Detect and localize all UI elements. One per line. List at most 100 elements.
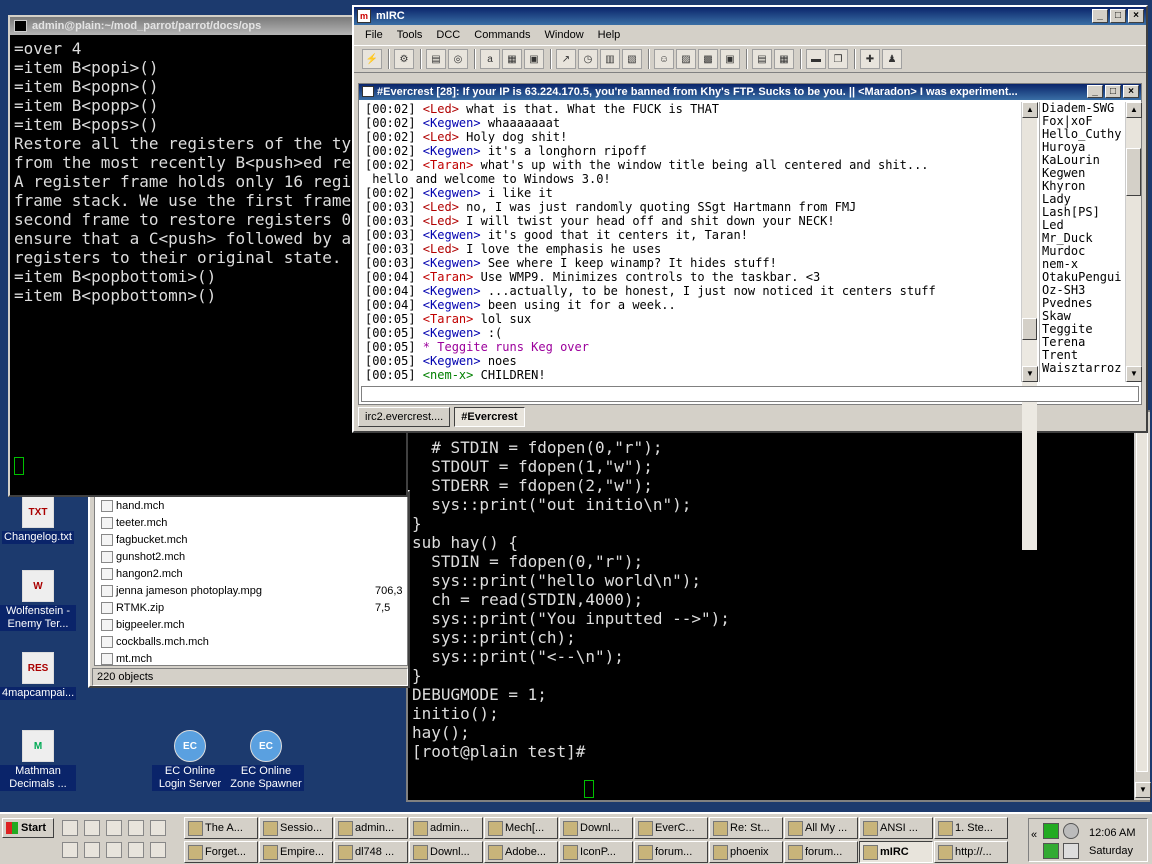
taskbar-button[interactable]: Sessio... <box>259 817 333 839</box>
clock-tray-icon[interactable] <box>1063 823 1079 839</box>
notes-icon[interactable]: ▣ <box>720 49 740 69</box>
mirc-title-bar[interactable]: m mIRC _ □ × <box>354 7 1146 25</box>
maximize-button[interactable]: □ <box>1110 9 1126 23</box>
channels-list-icon[interactable]: ◎ <box>448 49 468 69</box>
terminal-window-docs[interactable]: admin@plain:~/mod_parrot/parrot/docs/ops… <box>8 15 408 497</box>
desktop-icon-changelog[interactable]: TXT Changelog.txt <box>0 496 76 544</box>
tile-icon[interactable]: ▤ <box>752 49 772 69</box>
arrange-icon[interactable]: ❐ <box>828 49 848 69</box>
popups-icon[interactable]: ▣ <box>524 49 544 69</box>
file-row[interactable]: jenna jameson photoplay.mpg 706,3 <box>95 582 407 599</box>
file-list[interactable]: hand.mch teeter.mch fagbucket.mch gunshot2.… <box>94 496 408 666</box>
colors-icon[interactable]: ▥ <box>600 49 620 69</box>
file-row[interactable]: fagbucket.mch <box>95 531 407 548</box>
explorer-window[interactable]: hand.mch teeter.mch fagbucket.mch gunshot2.… <box>88 490 410 688</box>
nick-list-item[interactable]: Waisztarroz <box>1042 362 1125 375</box>
terminal-window-code[interactable]: # STDIN = fdopen(0,"r"); STDOUT = fdopen… <box>406 410 1151 802</box>
dcc-chat-icon[interactable]: ◷ <box>578 49 598 69</box>
taskbar-button[interactable]: Re: St... <box>709 817 783 839</box>
file-row[interactable]: mt.mch <box>95 650 407 665</box>
menu-tools[interactable]: Tools <box>390 29 430 41</box>
channel-close-button[interactable]: × <box>1123 85 1139 98</box>
menu-commands[interactable]: Commands <box>467 29 537 41</box>
file-row[interactable]: hangon2.mch <box>95 565 407 582</box>
desktop-icon-4mapcampai[interactable]: RES 4mapcampai... <box>0 652 77 700</box>
taskbar-button[interactable]: Downl... <box>559 817 633 839</box>
taskbar-button[interactable]: Downl... <box>409 841 483 863</box>
file-row[interactable]: gunshot2.mch <box>95 548 407 565</box>
quicklaunch-icon[interactable] <box>84 842 100 858</box>
nicklist-scrollbar[interactable]: ▲ ▼ <box>1125 102 1142 382</box>
scripts-icon[interactable]: a <box>480 49 500 69</box>
quicklaunch-icon[interactable] <box>128 842 144 858</box>
scroll-up-button[interactable]: ▲ <box>1022 102 1038 118</box>
file-row[interactable]: RTMK.zip 7,5 <box>95 599 407 616</box>
desktop-icon-ec-zone[interactable]: EC EC Online Zone Spawner <box>228 730 304 791</box>
tray-expand-icon[interactable]: « <box>1031 829 1037 841</box>
urls-icon[interactable]: ▩ <box>698 49 718 69</box>
help-icon[interactable]: ✚ <box>860 49 880 69</box>
file-row[interactable]: teeter.mch <box>95 514 407 531</box>
menu-file[interactable]: File <box>358 29 390 41</box>
scroll-thumb[interactable] <box>1126 148 1141 196</box>
quicklaunch-icon[interactable] <box>106 842 122 858</box>
taskbar-button[interactable]: forum... <box>634 841 708 863</box>
file-row[interactable]: hand.mch <box>95 497 407 514</box>
desktop-icon-mathman[interactable]: M Mathman Decimals ... <box>0 730 76 791</box>
clock-time[interactable]: 12:06 AM <box>1089 827 1135 839</box>
taskbar-button[interactable]: 1. Ste... <box>934 817 1008 839</box>
taskbar-button[interactable]: ANSI ... <box>859 817 933 839</box>
quicklaunch-icon[interactable] <box>150 842 166 858</box>
menu-help[interactable]: Help <box>591 29 628 41</box>
taskbar-button[interactable]: All My ... <box>784 817 858 839</box>
menu-window[interactable]: Window <box>538 29 591 41</box>
chat-scrollbar[interactable]: ▲ ▼ <box>1021 102 1038 550</box>
scroll-down-button[interactable]: ▼ <box>1135 782 1151 798</box>
quicklaunch-icon[interactable] <box>62 842 78 858</box>
quicklaunch-icon[interactable] <box>106 820 122 836</box>
taskbar-button[interactable]: The A... <box>184 817 258 839</box>
scroll-down-button[interactable]: ▼ <box>1126 366 1142 382</box>
command-prompt-icon[interactable] <box>128 820 144 836</box>
channel-maximize-button[interactable]: □ <box>1105 85 1121 98</box>
file-row[interactable]: cockballs.mch.mch <box>95 633 407 650</box>
internet-explorer-icon[interactable] <box>62 820 78 836</box>
taskbar-button[interactable]: Empire... <box>259 841 333 863</box>
taskbar-button[interactable]: http://... <box>934 841 1008 863</box>
options-icon[interactable]: ⚙ <box>394 49 414 69</box>
desktop-icon-ec-login[interactable]: EC EC Online Login Server <box>152 730 228 791</box>
taskbar-button[interactable]: dl748 ... <box>334 841 408 863</box>
about-icon[interactable]: ♟ <box>882 49 902 69</box>
terminal-scrollbar[interactable]: ▼ <box>1134 412 1151 800</box>
logs-icon[interactable]: ▨ <box>676 49 696 69</box>
notify-icon[interactable]: ▧ <box>622 49 642 69</box>
scroll-thumb[interactable] <box>1022 318 1037 340</box>
network-icon[interactable] <box>1043 823 1059 839</box>
scroll-down-button[interactable]: ▼ <box>1022 366 1038 382</box>
taskbar-button[interactable]: Adobe... <box>484 841 558 863</box>
switchbar-server[interactable]: irc2.evercrest.... <box>358 407 451 427</box>
taskbar-button[interactable]: admin... <box>409 817 483 839</box>
cascade-icon[interactable]: ▦ <box>774 49 794 69</box>
taskbar-button[interactable]: EverC... <box>634 817 708 839</box>
terminal-title-bar[interactable]: admin@plain:~/mod_parrot/parrot/docs/ops <box>10 17 406 35</box>
nvidia-icon[interactable] <box>1043 843 1059 859</box>
channel-title-bar[interactable]: #Evercrest [28]: If your IP is 63.224.17… <box>359 84 1141 100</box>
switchbar-channel[interactable]: #Evercrest <box>454 407 525 427</box>
scroll-up-button[interactable]: ▲ <box>1126 102 1142 118</box>
volume-icon[interactable] <box>1063 843 1079 859</box>
channel-minimize-button[interactable]: _ <box>1087 85 1103 98</box>
taskbar-button[interactable]: Forget... <box>184 841 258 863</box>
mirc-window[interactable]: m mIRC _ □ × File Tools DCC Commands Window H… <box>352 5 1148 550</box>
taskbar-button[interactable]: Mech[... <box>484 817 558 839</box>
taskbar-button[interactable]: admin... <box>334 817 408 839</box>
desktop-icon-wolfenstein[interactable]: W Wolfenstein - Enemy Ter... <box>0 570 76 631</box>
taskbar-button[interactable]: mIRC <box>859 841 933 863</box>
taskbar-button[interactable]: phoenix <box>709 841 783 863</box>
file-row[interactable]: bigpeeler.mch <box>95 616 407 633</box>
received-files-icon[interactable]: ☺ <box>654 49 674 69</box>
dcc-send-icon[interactable]: ↗ <box>556 49 576 69</box>
close-button[interactable]: × <box>1128 9 1144 23</box>
aliases-icon[interactable]: ▦ <box>502 49 522 69</box>
taskbar-button[interactable]: forum... <box>784 841 858 863</box>
